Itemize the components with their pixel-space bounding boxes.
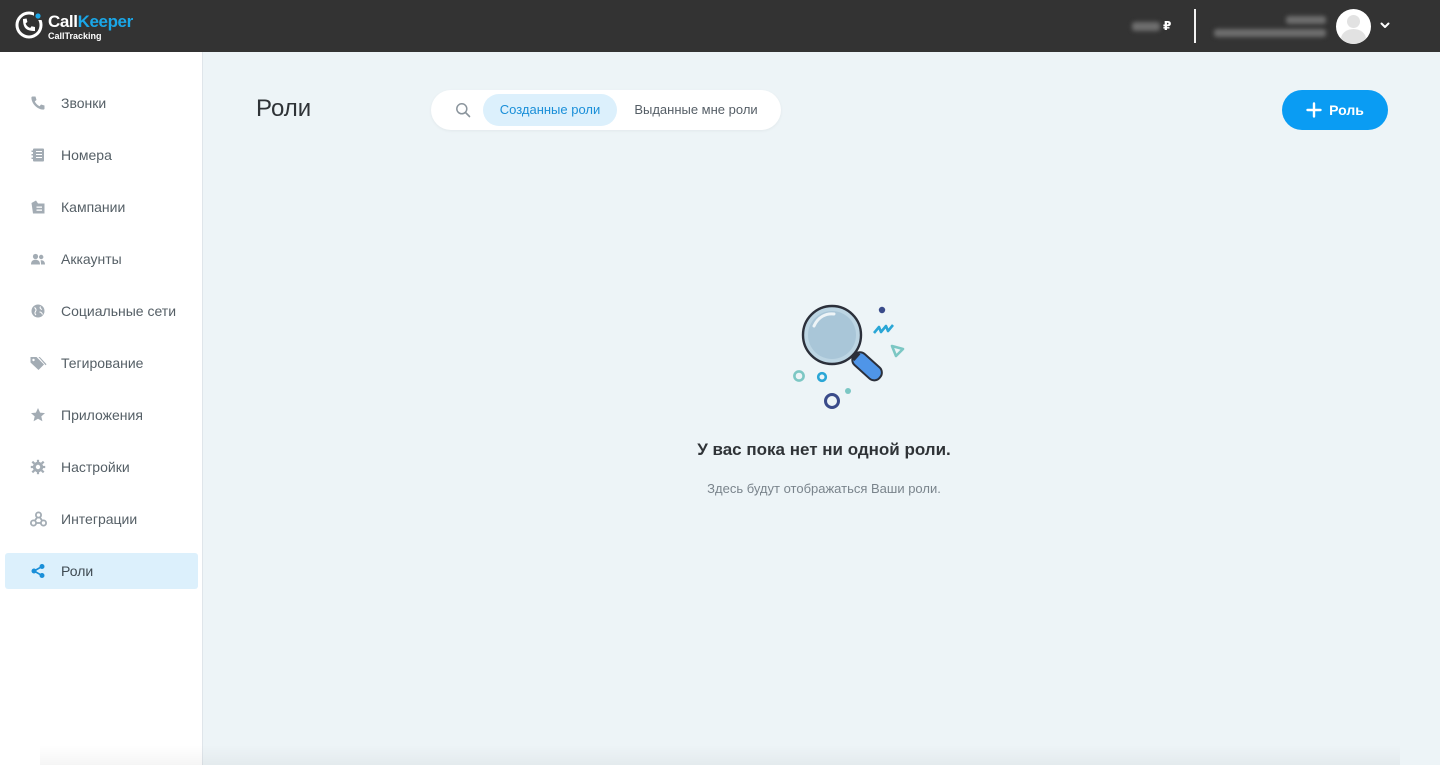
- integrations-icon: [29, 510, 47, 528]
- phone-icon: [29, 94, 47, 112]
- logo-tagline: CallTracking: [48, 31, 102, 41]
- balance[interactable]: ₽: [1132, 17, 1171, 35]
- sidebar-item-label: Аккаунты: [61, 251, 122, 267]
- sidebar-item-numbers[interactable]: Номера: [5, 137, 198, 173]
- sidebar-item-applications[interactable]: Приложения: [5, 397, 198, 433]
- sidebar-item-campaigns[interactable]: Кампании: [5, 189, 198, 225]
- currency-symbol: ₽: [1163, 19, 1172, 33]
- sidebar-item-label: Приложения: [61, 407, 143, 423]
- sidebar-item-label: Роли: [61, 563, 94, 579]
- tag-icon: [29, 354, 47, 372]
- tab-issued-roles[interactable]: Выданные мне роли: [625, 94, 767, 126]
- sidebar-item-calls[interactable]: Звонки: [5, 85, 198, 121]
- sidebar-item-label: Номера: [61, 147, 112, 163]
- balance-amount-blurred: [1132, 21, 1160, 31]
- users-icon: [29, 250, 47, 268]
- sidebar-item-integrations[interactable]: Интеграции: [5, 501, 198, 537]
- account-info-blurred[interactable]: [1212, 14, 1330, 40]
- plus-icon: [1306, 102, 1322, 118]
- star-icon: [29, 406, 47, 424]
- share-icon: [29, 562, 47, 580]
- top-bar: CallKeeper CallTracking ₽: [0, 0, 1440, 52]
- logo-name-part2: Keeper: [77, 12, 134, 31]
- empty-state-title: У вас пока нет ни одной роли.: [697, 440, 951, 459]
- account-email-blurred: [1214, 29, 1326, 37]
- sidebar-item-label: Настройки: [61, 459, 130, 475]
- search-icon[interactable]: [455, 102, 471, 118]
- sidebar-item-label: Социальные сети: [61, 303, 177, 319]
- page-title: Роли: [256, 95, 312, 122]
- sidebar-item-accounts[interactable]: Аккаунты: [5, 241, 198, 277]
- header-divider: [1194, 9, 1196, 43]
- bottom-shadow: [40, 745, 1400, 765]
- globe-icon: [29, 302, 47, 320]
- sidebar-item-tagging[interactable]: Тегирование: [5, 345, 198, 381]
- sidebar-item-label: Кампании: [61, 199, 126, 215]
- callkeeper-logo[interactable]: CallKeeper CallTracking: [14, 9, 154, 45]
- tab-created-roles[interactable]: Созданные роли: [483, 94, 617, 126]
- add-role-label: Роль: [1329, 102, 1364, 118]
- role-tabs: Созданные роли Выданные мне роли: [431, 90, 781, 130]
- chevron-down-icon[interactable]: [1378, 18, 1392, 32]
- avatar[interactable]: [1336, 9, 1371, 44]
- avatar-head: [1347, 15, 1360, 28]
- sidebar: Звонки Номера Кампании Аккаунты Социальн…: [0, 52, 203, 765]
- logo-phone-icon: [15, 10, 44, 39]
- gear-icon: [29, 458, 47, 476]
- sidebar-item-social-networks[interactable]: Социальные сети: [5, 293, 198, 329]
- sidebar-item-label: Звонки: [61, 95, 107, 111]
- empty-state-subtitle: Здесь будут отображаться Ваши роли.: [707, 481, 941, 496]
- avatar-body: [1341, 29, 1366, 44]
- add-role-button[interactable]: Роль: [1282, 90, 1388, 130]
- sidebar-item-label: Тегирование: [61, 355, 144, 371]
- numbers-icon: [29, 146, 47, 164]
- logo-name-part1: Call: [48, 12, 78, 31]
- sidebar-item-roles[interactable]: Роли: [5, 553, 198, 589]
- account-name-blurred: [1286, 16, 1326, 24]
- magnifier-illustration-icon: [793, 304, 905, 409]
- sidebar-item-settings[interactable]: Настройки: [5, 449, 198, 485]
- logo-name: CallKeeper: [48, 12, 133, 32]
- campaigns-icon: [29, 198, 47, 216]
- sidebar-item-label: Интеграции: [61, 511, 138, 527]
